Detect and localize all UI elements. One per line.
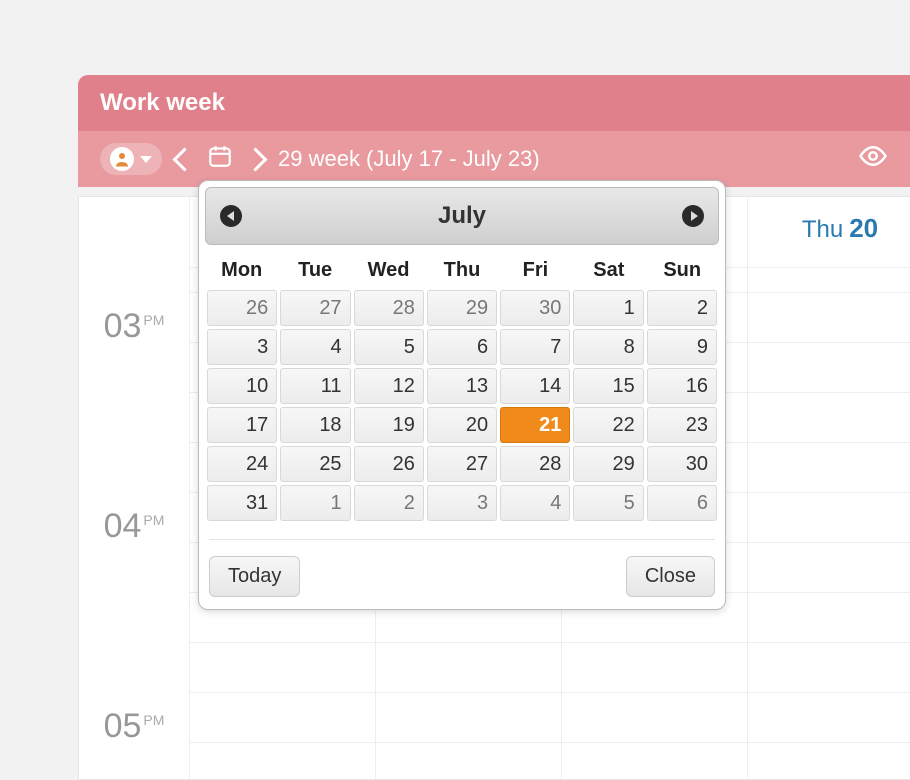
day-cell[interactable]: 30 [500,290,570,326]
day-header: Thu20 [747,197,910,260]
day-cell[interactable]: 28 [354,290,424,326]
day-cell[interactable]: 13 [427,368,497,404]
day-cell[interactable]: 5 [354,329,424,365]
day-cell[interactable]: 31 [207,485,277,521]
day-cell[interactable]: 6 [647,485,717,521]
caret-down-icon [140,156,152,163]
day-cell[interactable]: 10 [207,368,277,404]
next-month-button[interactable] [682,205,704,227]
weekday-label: Fri [499,259,572,282]
day-cell[interactable]: 17 [207,407,277,443]
day-cell[interactable]: 25 [280,446,350,482]
day-cell[interactable]: 21 [500,407,570,443]
day-cell[interactable]: 20 [427,407,497,443]
day-cell[interactable]: 3 [207,329,277,365]
day-cell[interactable]: 4 [280,329,350,365]
calendar-toolbar: 29 week (July 17 - July 23) [78,131,910,187]
day-cell[interactable]: 5 [573,485,643,521]
prev-month-button[interactable] [220,205,242,227]
day-cell[interactable]: 3 [427,485,497,521]
weekday-label: Tue [278,259,351,282]
day-cell[interactable]: 27 [427,446,497,482]
user-picker[interactable] [100,143,162,175]
day-cell[interactable]: 15 [573,368,643,404]
day-cell[interactable]: 22 [573,407,643,443]
hour-label: 04PM [79,507,189,546]
day-cell[interactable]: 27 [280,290,350,326]
visibility-button[interactable] [858,141,888,177]
day-cell[interactable]: 2 [354,485,424,521]
day-cell[interactable]: 29 [573,446,643,482]
day-cell[interactable]: 16 [647,368,717,404]
open-datepicker-button[interactable] [207,143,233,175]
month-label: July [438,202,486,229]
datepicker-footer: Today Close [209,539,715,597]
day-cell[interactable]: 11 [280,368,350,404]
weekday-label: Wed [352,259,425,282]
triangle-right-icon [691,211,698,221]
panel-title: Work week [78,75,910,131]
weekday-label: Mon [205,259,278,282]
day-cell[interactable]: 2 [647,290,717,326]
day-cell[interactable]: 23 [647,407,717,443]
day-cell[interactable]: 6 [427,329,497,365]
weekday-row: Mon Tue Wed Thu Fri Sat Sun [205,259,719,282]
day-cell[interactable]: 8 [573,329,643,365]
prev-period-button[interactable] [172,147,196,171]
day-cell[interactable]: 9 [647,329,717,365]
triangle-left-icon [227,211,234,221]
close-button[interactable]: Close [626,556,715,597]
day-cell[interactable]: 1 [573,290,643,326]
day-cell[interactable]: 30 [647,446,717,482]
day-cell[interactable]: 26 [207,290,277,326]
days-grid: 2627282930123456789101112131415161718192… [205,290,719,521]
weekday-label: Sat [572,259,645,282]
day-cell[interactable]: 18 [280,407,350,443]
weekday-label: Sun [646,259,719,282]
day-cell[interactable]: 1 [280,485,350,521]
day-cell[interactable]: 12 [354,368,424,404]
day-cell[interactable]: 4 [500,485,570,521]
day-cell[interactable]: 19 [354,407,424,443]
today-button[interactable]: Today [209,556,300,597]
period-label: 29 week (July 17 - July 23) [278,146,540,172]
date-picker-popup: July Mon Tue Wed Thu Fri Sat Sun 2627282… [198,180,726,610]
day-cell[interactable]: 14 [500,368,570,404]
hour-label: 03PM [79,307,189,346]
day-cell[interactable]: 7 [500,329,570,365]
day-cell[interactable]: 28 [500,446,570,482]
day-cell[interactable]: 24 [207,446,277,482]
hour-label: 05PM [79,707,189,746]
time-gutter: 03PM 04PM 05PM [79,197,190,779]
next-period-button[interactable] [243,147,267,171]
day-cell[interactable]: 26 [354,446,424,482]
avatar-icon [110,147,134,171]
datepicker-header: July [205,187,719,245]
calendar-panel: Work week 29 week (July 17 - July 23) [78,75,910,187]
day-cell[interactable]: 29 [427,290,497,326]
weekday-label: Thu [425,259,498,282]
